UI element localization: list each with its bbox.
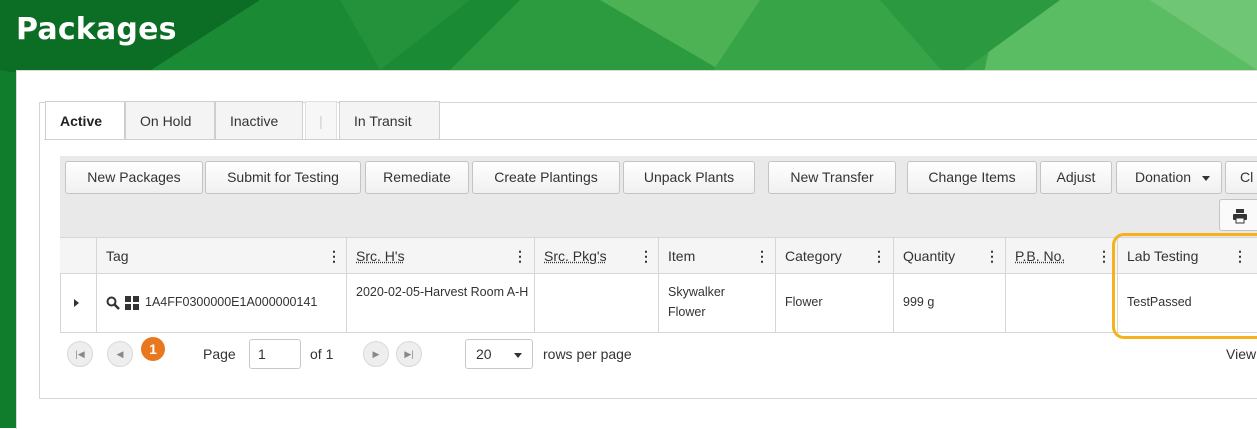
tab-active[interactable]: Active [45, 101, 125, 140]
tab-inactive[interactable]: Inactive [215, 101, 303, 139]
column-menu-icon[interactable]: ⋮ [513, 238, 525, 274]
column-menu-icon[interactable]: ⋮ [872, 238, 884, 274]
donation-dropdown-button[interactable]: Donation [1116, 161, 1222, 194]
column-menu-icon[interactable]: ⋮ [639, 238, 651, 274]
tab-on-hold[interactable]: On Hold [125, 101, 215, 139]
current-page-badge[interactable]: 1 [141, 337, 165, 361]
print-button[interactable] [1219, 199, 1257, 231]
page-count-label: of 1 [310, 344, 333, 364]
column-label: P.B. No. [1015, 238, 1065, 274]
previous-page-button[interactable]: ◀ [107, 341, 133, 367]
category-cell: Flower [785, 292, 823, 312]
page-label: Page [203, 344, 236, 364]
tag-cell[interactable]: 1A4FF0300000E1A000000141 [145, 292, 317, 312]
first-page-button[interactable]: |◀ [67, 341, 93, 367]
column-label: Item [668, 238, 695, 274]
page-input-value: 1 [258, 346, 266, 362]
column-menu-icon[interactable]: ⋮ [985, 238, 997, 274]
column-header-src-pkgs[interactable]: Src. Pkg's ⋮ [534, 238, 658, 274]
quantity-cell: 999 g [903, 292, 934, 312]
printer-icon [1232, 208, 1248, 224]
column-header-pb-no[interactable]: P.B. No. ⋮ [1005, 238, 1117, 274]
column-header-src-hs[interactable]: Src. H's ⋮ [346, 238, 534, 274]
page-number-input[interactable]: 1 [249, 339, 301, 369]
table-row[interactable]: 1A4FF0300000E1A000000141 2020-02-05-Harv… [60, 274, 1257, 332]
tab-label: Inactive [230, 113, 278, 129]
change-items-button[interactable]: Change Items [907, 161, 1037, 194]
column-header-quantity[interactable]: Quantity ⋮ [893, 238, 1005, 274]
next-page-button[interactable]: ▶ [363, 341, 389, 367]
grid-icon[interactable] [125, 296, 139, 310]
new-packages-button[interactable]: New Packages [65, 161, 203, 194]
submit-for-testing-button[interactable]: Submit for Testing [205, 161, 361, 194]
clear-button[interactable]: Cl [1225, 161, 1257, 194]
tab-label: On Hold [140, 113, 191, 129]
tab-label: In Transit [354, 113, 412, 129]
last-page-button[interactable]: ▶| [396, 341, 422, 367]
tab-label: Active [60, 113, 102, 129]
column-label: Quantity [903, 238, 955, 274]
column-label: Src. H's [356, 238, 405, 274]
column-header-tag[interactable]: Tag ⋮ [96, 238, 346, 274]
view-info-label: View [1226, 344, 1256, 364]
rows-per-page-label: rows per page [543, 344, 632, 364]
column-menu-icon[interactable]: ⋮ [1097, 238, 1109, 274]
expand-row-icon[interactable] [74, 299, 79, 307]
column-menu-icon[interactable]: ⋮ [755, 238, 767, 274]
src-harvests-cell: 2020-02-05-Harvest Room A-H [356, 282, 536, 302]
page-title: Packages [16, 12, 177, 47]
adjust-button[interactable]: Adjust [1040, 161, 1112, 194]
tab-underline [44, 139, 1257, 140]
rows-per-page-select[interactable]: 20 [465, 339, 533, 369]
tab-separator: | [305, 101, 337, 139]
new-transfer-button[interactable]: New Transfer [768, 161, 896, 194]
unpack-plants-button[interactable]: Unpack Plants [623, 161, 755, 194]
caret-down-icon [514, 353, 522, 358]
column-menu-icon[interactable]: ⋮ [327, 238, 339, 274]
column-label: Category [785, 238, 842, 274]
grid-pager [60, 332, 1257, 381]
search-icon[interactable] [106, 296, 120, 310]
column-header-item[interactable]: Item ⋮ [658, 238, 775, 274]
lab-testing-highlight [1112, 233, 1257, 339]
column-label: Src. Pkg's [544, 238, 607, 274]
column-header-category[interactable]: Category ⋮ [775, 238, 893, 274]
create-plantings-button[interactable]: Create Plantings [472, 161, 620, 194]
remediate-button[interactable]: Remediate [365, 161, 469, 194]
item-cell: Skywalker Flower [668, 282, 748, 322]
tab-in-transit[interactable]: In Transit [339, 101, 440, 139]
donation-label: Donation [1135, 169, 1191, 185]
rows-per-page-value: 20 [476, 346, 492, 362]
caret-down-icon [1202, 176, 1210, 181]
column-label: Tag [106, 238, 129, 274]
